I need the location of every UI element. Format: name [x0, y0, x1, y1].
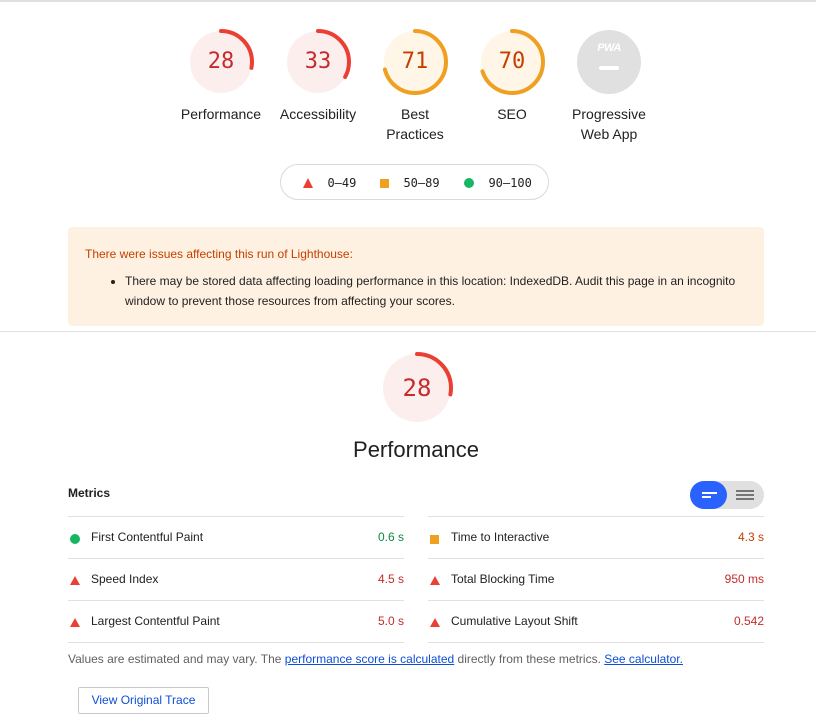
score-legend: 0–49 50–89 90–100	[280, 164, 549, 200]
metric-row: Total Blocking Time 950 ms	[428, 558, 764, 600]
metric-value: 0.6 s	[377, 530, 404, 544]
category-label: Accessibility	[279, 106, 357, 122]
score-gauge: 70	[478, 28, 546, 96]
legend-good: 90–100	[464, 176, 532, 190]
score-gauge: 33	[284, 28, 352, 96]
square-icon	[430, 533, 439, 547]
metric-name: Cumulative Layout Shift	[451, 614, 578, 628]
view-original-trace-button[interactable]: View Original Trace	[78, 687, 209, 714]
score-gauge: 71	[381, 28, 449, 96]
metric-row: Cumulative Layout Shift 0.542	[428, 600, 764, 643]
metric-row: Time to Interactive 4.3 s	[428, 516, 764, 558]
score-value: 28	[207, 49, 235, 74]
metric-value: 4.3 s	[737, 530, 764, 544]
warning-title: There were issues affecting this run of …	[85, 247, 353, 261]
warning-item: There may be stored data affecting loadi…	[125, 271, 747, 311]
triangle-icon	[70, 574, 80, 588]
metrics-left-column: First Contentful Paint 0.6 s Speed Index…	[68, 516, 404, 643]
score-value: 71	[401, 49, 429, 74]
metric-value: 0.542	[733, 614, 764, 628]
expanded-list-icon[interactable]	[727, 481, 764, 509]
performance-title: Performance	[353, 437, 479, 462]
metric-row: Speed Index 4.5 s	[68, 558, 404, 600]
metric-value: 5.0 s	[377, 614, 404, 628]
compact-list-icon	[702, 492, 717, 498]
performance-score: 28	[402, 374, 432, 402]
metric-row: Largest Contentful Paint 5.0 s	[68, 600, 404, 643]
metric-value: 950 ms	[724, 572, 764, 586]
metrics-header: Metrics	[68, 486, 111, 500]
category-label: Best Practices	[386, 106, 444, 142]
section-divider	[0, 331, 816, 332]
circle-icon	[464, 178, 474, 188]
metrics-note: Values are estimated and may vary. The p…	[68, 652, 683, 666]
score-calculation-link[interactable]: performance score is calculated	[285, 652, 454, 666]
triangle-icon	[303, 178, 313, 188]
score-value: 33	[304, 49, 332, 74]
metrics-view-toggle[interactable]	[690, 481, 764, 509]
top-divider	[0, 0, 816, 2]
circle-icon	[70, 533, 80, 547]
category-accessibility[interactable]: 33 Accessibility	[263, 28, 373, 124]
category-label: Progressive Web App	[572, 106, 646, 142]
metric-name: Time to Interactive	[451, 530, 550, 544]
run-warning: There were issues affecting this run of …	[68, 227, 764, 326]
category-label: SEO	[497, 106, 527, 122]
metrics-right-column: Time to Interactive 4.3 s Total Blocking…	[428, 516, 764, 643]
metric-name: Speed Index	[91, 572, 159, 586]
score-value: 70	[498, 49, 526, 74]
legend-average: 50–89	[380, 176, 440, 190]
score-gauge: 28	[187, 28, 255, 96]
metric-name: Total Blocking Time	[451, 572, 555, 586]
compact-view-button[interactable]	[690, 481, 727, 509]
category-best-practices[interactable]: 71 Best Practices	[360, 28, 470, 144]
category-performance[interactable]: 28 Performance	[166, 28, 276, 124]
metric-row: First Contentful Paint 0.6 s	[68, 516, 404, 558]
warning-list: There may be stored data affecting loadi…	[85, 271, 747, 311]
see-calculator-link[interactable]: See calculator.	[604, 652, 683, 666]
performance-gauge: 28	[380, 351, 454, 425]
pwa-dash	[599, 66, 619, 70]
triangle-icon	[430, 616, 440, 630]
category-pwa[interactable]: PWA Progressive Web App	[554, 28, 664, 144]
metric-value: 4.5 s	[377, 572, 404, 586]
triangle-icon	[70, 616, 80, 630]
triangle-icon	[430, 574, 440, 588]
square-icon	[380, 179, 389, 188]
category-seo[interactable]: 70 SEO	[457, 28, 567, 124]
pwa-badge-icon: PWA	[577, 30, 641, 94]
pwa-badge-text: PWA	[597, 42, 621, 54]
metric-name: Largest Contentful Paint	[91, 614, 220, 628]
legend-bad: 0–49	[303, 176, 356, 190]
metric-name: First Contentful Paint	[91, 530, 204, 544]
category-label: Performance	[180, 106, 262, 122]
